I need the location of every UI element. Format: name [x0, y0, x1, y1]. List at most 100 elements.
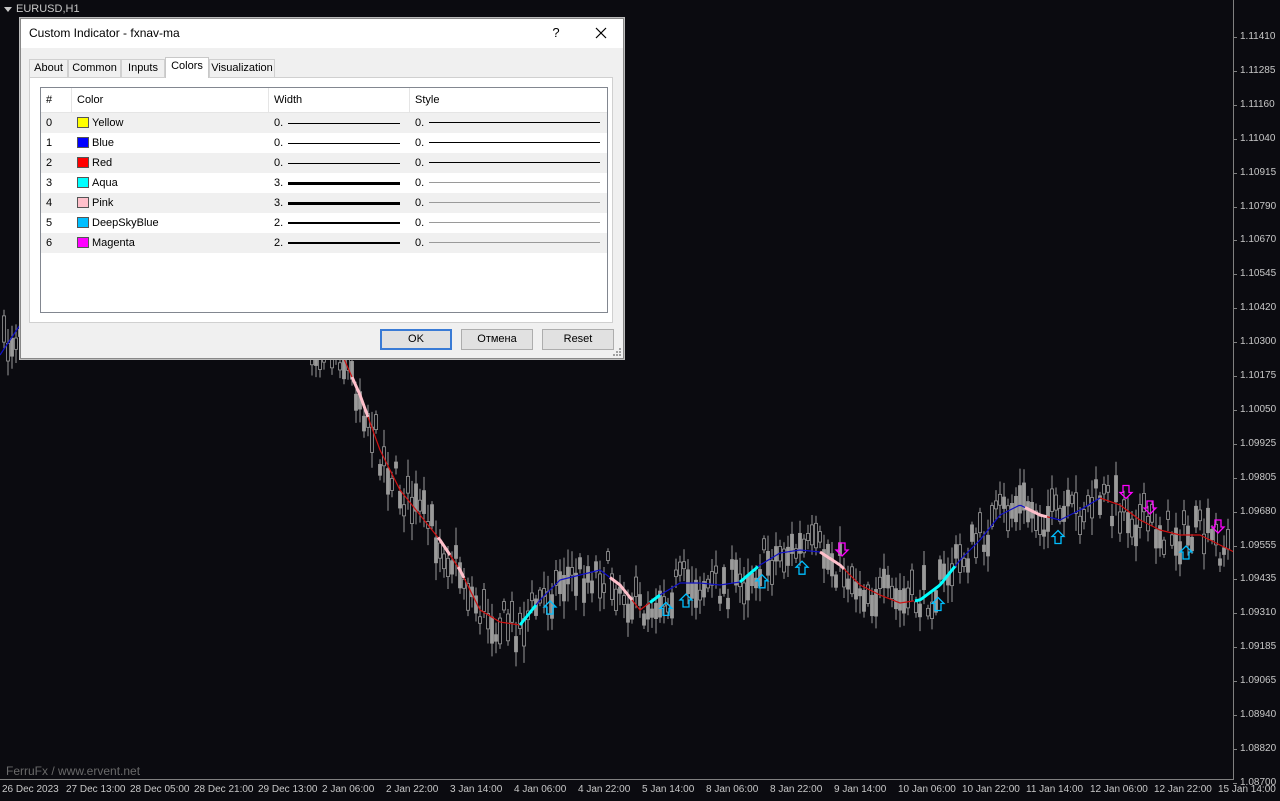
- column-header-color[interactable]: Color: [72, 88, 269, 112]
- candle-body: [846, 578, 850, 590]
- help-button[interactable]: ?: [548, 25, 564, 40]
- color-swatch[interactable]: [77, 137, 89, 148]
- color-name[interactable]: Red: [92, 153, 262, 173]
- time-label: 29 Dec 13:00: [258, 784, 318, 795]
- candle-body: [690, 583, 694, 599]
- buy-arrow-icon: [1050, 529, 1066, 545]
- table-row[interactable]: 1 Blue 0. 0.: [41, 133, 607, 153]
- candle-body: [1046, 506, 1050, 532]
- candle-body: [814, 522, 818, 549]
- price-tick: [1233, 308, 1237, 310]
- ok-button[interactable]: OK: [380, 329, 452, 350]
- color-swatch[interactable]: [77, 157, 89, 168]
- price-tick: [1233, 511, 1237, 513]
- candle-body: [1082, 509, 1086, 523]
- close-icon[interactable]: [589, 23, 613, 43]
- price-tick: [1233, 206, 1237, 208]
- table-row[interactable]: 0 Yellow 0. 0.: [41, 113, 607, 133]
- table-header: # Color Width Style: [41, 88, 607, 113]
- column-header-index[interactable]: #: [41, 88, 72, 112]
- style-value[interactable]: 0.: [415, 193, 431, 213]
- candle-body: [414, 483, 418, 512]
- candle-body: [982, 544, 986, 552]
- candle-body: [558, 571, 562, 595]
- table-row[interactable]: 6 Magenta 2. 0.: [41, 233, 607, 253]
- color-swatch[interactable]: [77, 177, 89, 188]
- column-header-width[interactable]: Width: [269, 88, 410, 112]
- candle-body: [450, 560, 454, 575]
- table-row[interactable]: 4 Pink 3. 0.: [41, 193, 607, 213]
- color-name[interactable]: Magenta: [92, 233, 262, 253]
- tab-colors[interactable]: Colors: [165, 57, 209, 78]
- dialog-titlebar[interactable]: Custom Indicator - fxnav-ma ?: [21, 19, 623, 48]
- time-label: 15 Jan 14:00: [1218, 784, 1276, 795]
- candle-body: [1114, 475, 1118, 503]
- style-value[interactable]: 0.: [415, 173, 431, 193]
- style-value[interactable]: 0.: [415, 213, 431, 233]
- table-row[interactable]: 3 Aqua 3. 0.: [41, 173, 607, 193]
- table-row[interactable]: 2 Red 0. 0.: [41, 153, 607, 173]
- style-value[interactable]: 0.: [415, 133, 431, 153]
- price-axis[interactable]: [1233, 0, 1280, 780]
- color-swatch[interactable]: [77, 197, 89, 208]
- candle-body: [682, 561, 686, 570]
- color-name[interactable]: Blue: [92, 133, 262, 153]
- candle-body: [770, 560, 774, 585]
- candle-body: [510, 601, 514, 623]
- candle-body: [854, 581, 858, 600]
- row-index: 3: [46, 177, 53, 189]
- resize-grip-icon[interactable]: [612, 347, 622, 357]
- price-label: 1.08940: [1240, 709, 1277, 720]
- tab-about[interactable]: About: [29, 59, 68, 77]
- candle-body: [870, 594, 874, 617]
- reset-button[interactable]: Reset: [542, 329, 614, 350]
- row-index: 4: [46, 197, 53, 209]
- color-name[interactable]: Aqua: [92, 173, 262, 193]
- price-label: 1.09925: [1240, 437, 1277, 449]
- dialog-title: Custom Indicator - fxnav-ma: [29, 26, 180, 40]
- candle-body: [1170, 534, 1174, 546]
- time-label: 10 Jan 22:00: [962, 784, 1020, 795]
- candle-body: [490, 616, 494, 644]
- candle-body: [638, 594, 642, 606]
- candle-body: [1166, 510, 1170, 520]
- candle-body: [954, 544, 958, 559]
- price-label: 1.09310: [1240, 607, 1277, 619]
- candle-body: [650, 608, 654, 618]
- time-label: 2 Jan 06:00: [322, 784, 375, 795]
- style-value[interactable]: 0.: [415, 233, 431, 253]
- tab-visualization[interactable]: Visualization: [209, 59, 275, 77]
- price-label: 1.09065: [1240, 675, 1277, 687]
- candle-body: [1178, 541, 1182, 565]
- color-swatch[interactable]: [77, 117, 89, 128]
- sell-arrow-icon: [1118, 484, 1134, 500]
- tab-common[interactable]: Common: [68, 59, 121, 77]
- candle-body: [454, 545, 458, 559]
- candle-body: [586, 566, 590, 583]
- time-label: 8 Jan 06:00: [706, 784, 759, 795]
- candle-body: [938, 559, 942, 580]
- candle-body: [894, 588, 898, 610]
- candle-body: [1010, 503, 1014, 519]
- column-header-style[interactable]: Style: [410, 88, 607, 112]
- color-swatch[interactable]: [77, 217, 89, 228]
- style-value[interactable]: 0.: [415, 153, 431, 173]
- candle-body: [1042, 529, 1046, 537]
- price-tick: [1233, 274, 1237, 276]
- chart-symbol-label: EURUSD,H1: [16, 3, 80, 15]
- watermark: FerruFx / www.ervent.net: [6, 764, 141, 778]
- color-name[interactable]: DeepSkyBlue: [92, 213, 262, 233]
- chart-menu-triangle-icon[interactable]: [4, 6, 12, 12]
- table-row[interactable]: 5 DeepSkyBlue 2. 0.: [41, 213, 607, 233]
- cancel-button[interactable]: Отмена: [461, 329, 533, 350]
- style-value[interactable]: 0.: [415, 113, 431, 133]
- candle-body: [570, 567, 574, 576]
- tab-inputs[interactable]: Inputs: [121, 59, 165, 77]
- color-swatch[interactable]: [77, 237, 89, 248]
- candle-body: [1074, 492, 1078, 514]
- candle-body: [886, 574, 890, 589]
- candle-body: [402, 504, 406, 517]
- color-name[interactable]: Pink: [92, 193, 262, 213]
- color-name[interactable]: Yellow: [92, 113, 262, 133]
- candle-body: [634, 576, 638, 597]
